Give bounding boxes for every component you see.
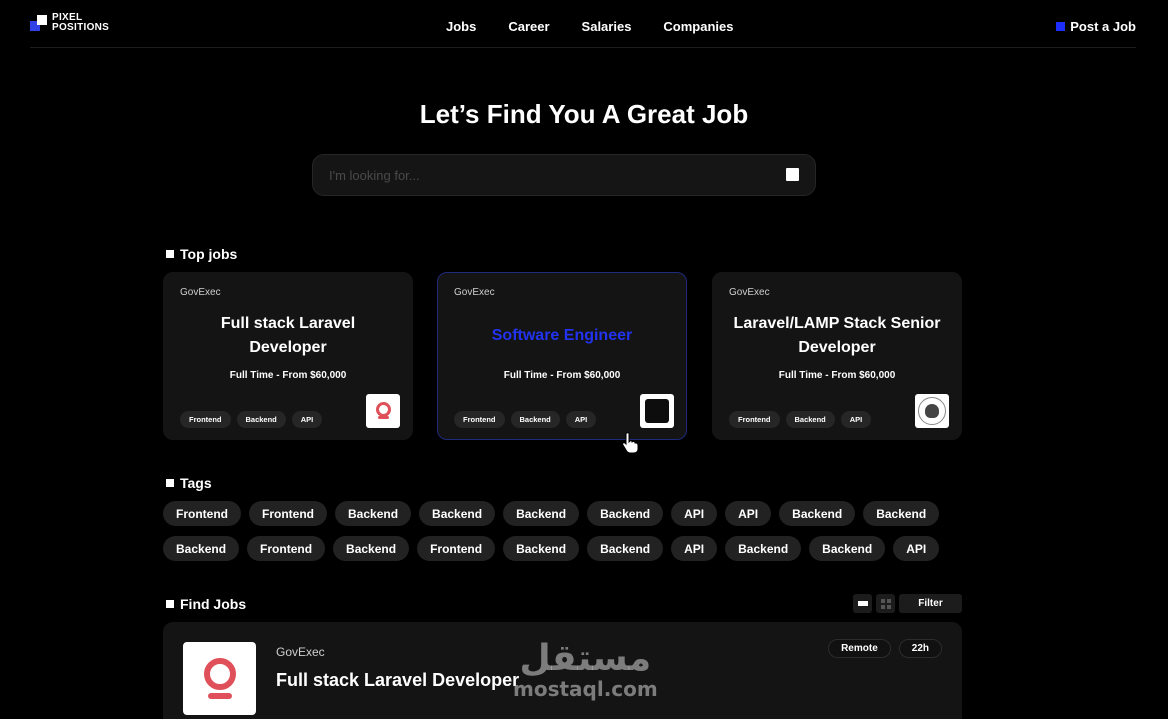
job-type-badge[interactable]: Remote: [828, 639, 891, 658]
job-card-employer: GovExec: [454, 287, 495, 298]
job-card[interactable]: GovExec Software Engineer Full Time - Fr…: [437, 272, 687, 440]
top-jobs-heading: Top jobs: [166, 246, 237, 262]
job-list-item[interactable]: GovExec Full stack Laravel Developer Rem…: [163, 622, 962, 719]
brand-logo[interactable]: PIXEL POSITIONS: [30, 13, 109, 33]
tag-chip[interactable]: Frontend: [180, 411, 231, 428]
job-card[interactable]: GovExec Full stack Laravel Developer Ful…: [163, 272, 413, 440]
nav-links: Jobs Career Salaries Companies: [446, 19, 734, 34]
tag-chip[interactable]: Backend: [510, 411, 560, 428]
job-card-title[interactable]: Full stack Laravel Developer: [184, 311, 392, 361]
tag-chip[interactable]: API: [893, 536, 940, 561]
find-jobs-heading-label: Find Jobs: [180, 596, 247, 612]
nav-link-companies[interactable]: Companies: [663, 19, 733, 34]
tag-chip[interactable]: Backend: [419, 501, 496, 526]
tag-chip[interactable]: API: [725, 501, 772, 526]
search-bar: [312, 154, 816, 196]
job-row-employer: GovExec: [276, 645, 325, 659]
job-card-tags: Frontend Backend API: [454, 411, 597, 428]
tag-chip[interactable]: Backend: [163, 536, 240, 561]
view-controls: Filter: [853, 594, 962, 613]
tags-heading: Tags: [166, 475, 212, 491]
tag-cloud: Frontend Frontend Backend Backend Backen…: [163, 501, 963, 571]
tag-chip[interactable]: Backend: [785, 411, 835, 428]
post-job-label: Post a Job: [1070, 19, 1136, 34]
filter-button[interactable]: Filter: [899, 594, 962, 613]
tag-chip[interactable]: Backend: [333, 536, 410, 561]
brand-name: PIXEL POSITIONS: [52, 13, 109, 33]
nav-link-salaries[interactable]: Salaries: [582, 19, 632, 34]
job-card[interactable]: GovExec Laravel/LAMP Stack Senior Develo…: [712, 272, 962, 440]
tag-chip[interactable]: API: [565, 411, 597, 428]
employer-tree-seal-logo-icon: [915, 394, 949, 428]
grid-view-button[interactable]: [876, 594, 895, 613]
tag-chip[interactable]: Frontend: [247, 536, 326, 561]
tag-chip[interactable]: Backend: [503, 501, 580, 526]
tag-chip[interactable]: Frontend: [163, 501, 241, 526]
list-view-button[interactable]: [853, 594, 872, 613]
job-card-tags: Frontend Backend API: [729, 411, 872, 428]
job-card-title[interactable]: Laravel/LAMP Stack Senior Developer: [733, 311, 941, 361]
white-square-icon: [166, 479, 174, 487]
job-row-pills: Remote 22h: [828, 639, 942, 658]
job-card-title[interactable]: Software Engineer: [458, 311, 666, 361]
tag-chip[interactable]: Backend: [503, 536, 580, 561]
blue-square-icon: [1056, 22, 1066, 31]
search-input[interactable]: [329, 155, 769, 195]
tag-chip[interactable]: Backend: [863, 501, 940, 526]
tag-chip[interactable]: Frontend: [729, 411, 780, 428]
tag-chip[interactable]: Backend: [779, 501, 856, 526]
job-card-employer: GovExec: [729, 287, 770, 298]
posted-time-badge: 22h: [898, 639, 942, 658]
tag-chip[interactable]: Frontend: [454, 411, 505, 428]
tag-chip[interactable]: API: [671, 536, 718, 561]
find-jobs-heading: Find Jobs: [166, 596, 246, 612]
tags-heading-label: Tags: [180, 475, 212, 491]
top-jobs-heading-label: Top jobs: [180, 246, 238, 262]
job-card-tags: Frontend Backend API: [180, 411, 323, 428]
job-card-meta: Full Time - From $60,000: [229, 370, 347, 381]
tag-chip[interactable]: Backend: [236, 411, 286, 428]
job-card-employer: GovExec: [180, 287, 221, 298]
search-submit-icon[interactable]: [786, 168, 799, 181]
grid-view-icon: [880, 598, 891, 609]
nav-link-career[interactable]: Career: [508, 19, 549, 34]
top-navbar: PIXEL POSITIONS Jobs Career Salaries Com…: [30, 0, 1136, 48]
tag-chip[interactable]: API: [671, 501, 718, 526]
post-job-link[interactable]: Post a Job: [1056, 19, 1136, 34]
tag-chip[interactable]: Backend: [725, 536, 802, 561]
page-title: Let’s Find You A Great Job: [419, 99, 749, 129]
logo-mark-icon: [30, 14, 48, 32]
list-view-icon: [857, 601, 868, 606]
brand-line-2: POSITIONS: [52, 22, 110, 33]
tag-chip[interactable]: Backend: [587, 501, 664, 526]
tag-row: Backend Frontend Backend Frontend Backen…: [163, 536, 963, 561]
tag-chip[interactable]: API: [291, 411, 323, 428]
job-row-title[interactable]: Full stack Laravel Developer: [276, 670, 519, 691]
tag-chip[interactable]: Frontend: [417, 536, 496, 561]
job-card-meta: Full Time - From $60,000: [503, 370, 621, 381]
employer-ring-logo-icon: [366, 394, 400, 428]
tag-chip[interactable]: API: [840, 411, 872, 428]
tag-row: Frontend Frontend Backend Backend Backen…: [163, 501, 963, 526]
tag-chip[interactable]: Frontend: [249, 501, 327, 526]
white-square-icon: [166, 250, 174, 258]
employer-ring-logo-icon: [183, 642, 256, 715]
employer-dark-logo-icon: [640, 394, 674, 428]
tag-chip[interactable]: Backend: [587, 536, 664, 561]
nav-link-jobs[interactable]: Jobs: [446, 19, 476, 34]
job-card-meta: Full Time - From $60,000: [778, 370, 896, 381]
white-square-icon: [166, 600, 174, 608]
hand-cursor-icon: [622, 432, 639, 454]
tag-chip[interactable]: Backend: [809, 536, 886, 561]
tag-chip[interactable]: Backend: [335, 501, 412, 526]
